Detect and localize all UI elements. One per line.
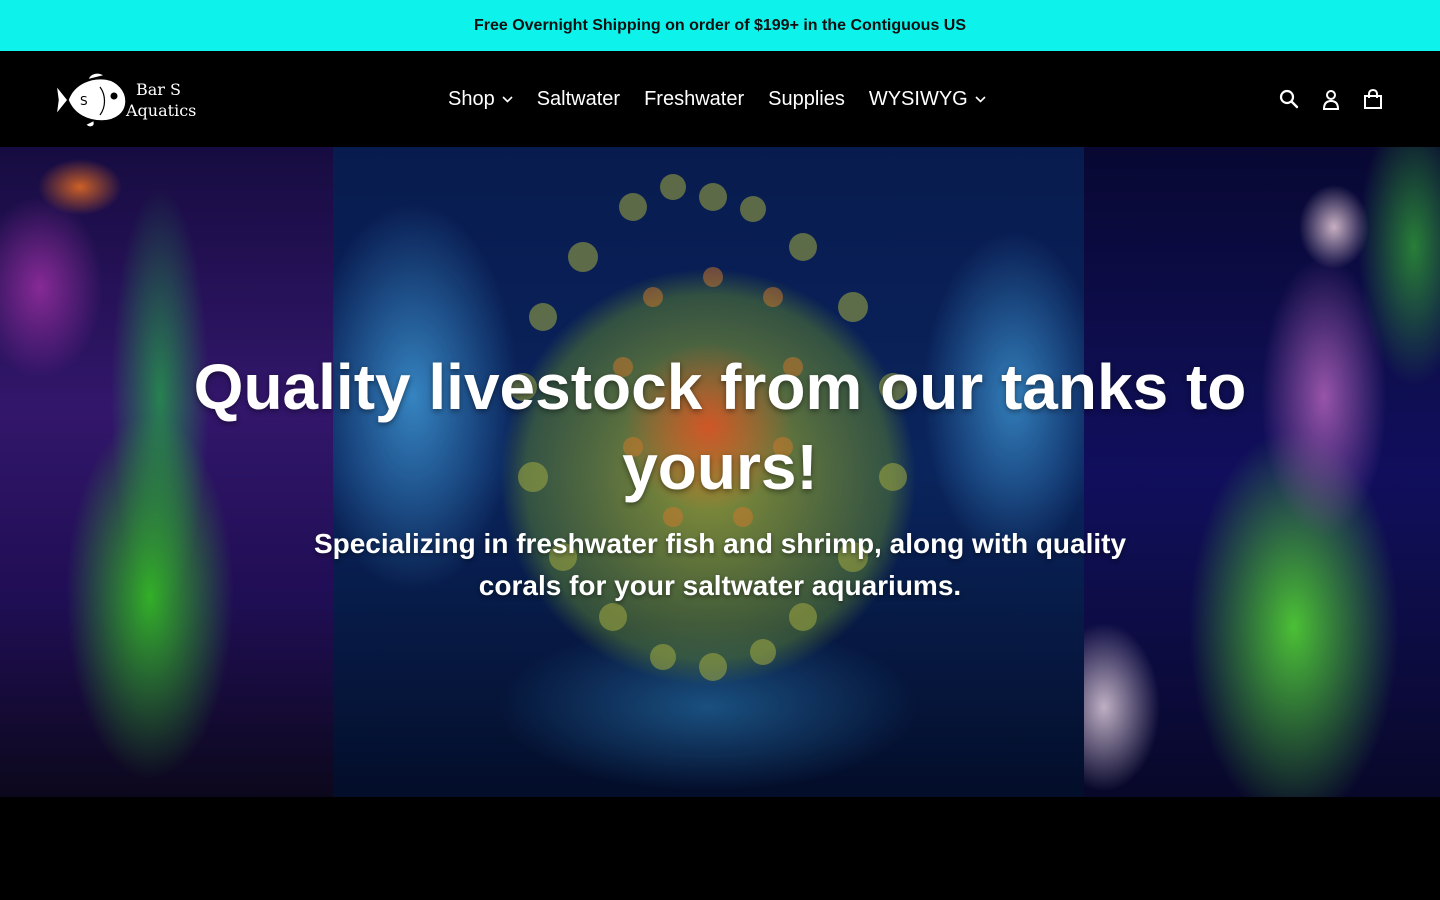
- nav-item-label: Shop: [448, 87, 495, 110]
- svg-text:S: S: [80, 94, 88, 108]
- page-below-hero: [0, 797, 1440, 900]
- nav-item-shop[interactable]: Shop: [436, 79, 525, 119]
- main-nav: Shop Saltwater Freshwater Supplies WYSIW…: [436, 51, 998, 147]
- nav-item-label: Supplies: [768, 87, 845, 110]
- store-name: Bar S Aquatics: [126, 79, 196, 121]
- nav-item-label: WYSIWYG: [868, 87, 968, 110]
- store-logo[interactable]: S Bar S Aquatics: [54, 71, 204, 129]
- site-header: S Bar S Aquatics Shop Saltwater Freshwat…: [0, 51, 1440, 147]
- hero-banner: Quality livestock from our tanks to your…: [0, 147, 1440, 797]
- fish-icon: S: [54, 72, 127, 128]
- nav-item-wysiwyg[interactable]: WYSIWYG: [857, 79, 998, 119]
- cart-icon[interactable]: [1362, 87, 1384, 111]
- hero-subtitle: Specializing in freshwater fish and shri…: [313, 528, 1127, 601]
- hero-title: Quality livestock from our tanks to your…: [193, 351, 1247, 503]
- nav-item-label: Freshwater: [644, 87, 745, 110]
- chevron-down-icon: [975, 95, 986, 103]
- nav-item-freshwater[interactable]: Freshwater: [632, 79, 756, 119]
- search-icon[interactable]: [1278, 87, 1300, 111]
- nav-item-supplies[interactable]: Supplies: [756, 79, 857, 119]
- header-actions: [1278, 51, 1384, 147]
- announcement-bar: Free Overnight Shipping on order of $199…: [0, 0, 1440, 51]
- hero-content: Quality livestock from our tanks to your…: [150, 347, 1290, 607]
- nav-item-label: Saltwater: [536, 87, 621, 110]
- chevron-down-icon: [502, 95, 513, 103]
- store-name-line2: Aquatics: [126, 101, 197, 120]
- nav-item-saltwater[interactable]: Saltwater: [525, 79, 632, 119]
- account-icon[interactable]: [1320, 87, 1342, 111]
- store-name-line1: Bar S: [136, 80, 181, 99]
- announcement-text: Free Overnight Shipping on order of $199…: [473, 16, 967, 34]
